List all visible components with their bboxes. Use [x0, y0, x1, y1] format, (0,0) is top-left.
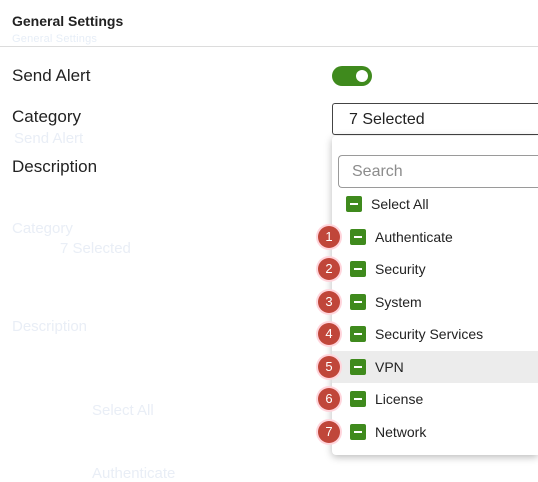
option-label: Authenticate: [375, 229, 453, 245]
section-title: General Settings: [12, 13, 124, 29]
annotation-badge: 4: [318, 323, 340, 345]
send-alert-toggle[interactable]: [332, 66, 372, 86]
option-checkbox[interactable]: [350, 359, 366, 375]
select-all-checkbox[interactable]: [346, 196, 362, 212]
ghost-select-all: Select All: [92, 402, 154, 419]
ghost-send-alert: Send Alert: [14, 130, 84, 147]
annotation-badge: 6: [318, 388, 340, 410]
annotation-badge: 5: [318, 356, 340, 378]
option-checkbox[interactable]: [350, 294, 366, 310]
option-label: License: [375, 391, 424, 407]
search-input[interactable]: [338, 155, 538, 188]
option-label: Security Services: [375, 326, 484, 342]
annotation-badge: 1: [318, 226, 340, 248]
category-dropdown: Select All Authenticate Security System …: [332, 136, 538, 455]
option-authenticate[interactable]: Authenticate: [332, 221, 538, 253]
annotation-badge: 7: [318, 421, 340, 443]
select-all-option[interactable]: Select All: [332, 188, 538, 220]
select-all-label: Select All: [371, 196, 429, 212]
option-checkbox[interactable]: [350, 326, 366, 342]
ghost-category: Category: [12, 220, 73, 237]
option-vpn[interactable]: VPN: [332, 351, 538, 383]
section-subtitle: General Settings: [12, 33, 98, 45]
send-alert-label: Send Alert: [12, 66, 91, 85]
option-checkbox[interactable]: [350, 261, 366, 277]
toggle-knob: [356, 70, 368, 82]
option-label: System: [375, 294, 422, 310]
ghost-category-value: 7 Selected: [60, 240, 131, 257]
section-divider: [0, 46, 538, 47]
option-checkbox[interactable]: [350, 229, 366, 245]
option-checkbox[interactable]: [350, 391, 366, 407]
ghost-authenticate: Authenticate: [92, 465, 176, 482]
option-security[interactable]: Security: [332, 253, 538, 285]
category-select[interactable]: 7 Selected: [332, 103, 538, 135]
annotation-badge: 3: [318, 291, 340, 313]
annotation-badge: 2: [318, 258, 340, 280]
option-security-services[interactable]: Security Services: [332, 318, 538, 350]
option-license[interactable]: License: [332, 383, 538, 415]
option-label: Network: [375, 424, 427, 440]
description-label: Description: [12, 157, 98, 176]
option-system[interactable]: System: [332, 286, 538, 318]
option-label: VPN: [375, 359, 404, 375]
category-label: Category: [12, 107, 81, 126]
category-select-value: 7 Selected: [349, 111, 425, 128]
option-network[interactable]: Network: [332, 416, 538, 448]
option-checkbox[interactable]: [350, 424, 366, 440]
ghost-description: Description: [12, 318, 88, 335]
option-label: Security: [375, 261, 426, 277]
